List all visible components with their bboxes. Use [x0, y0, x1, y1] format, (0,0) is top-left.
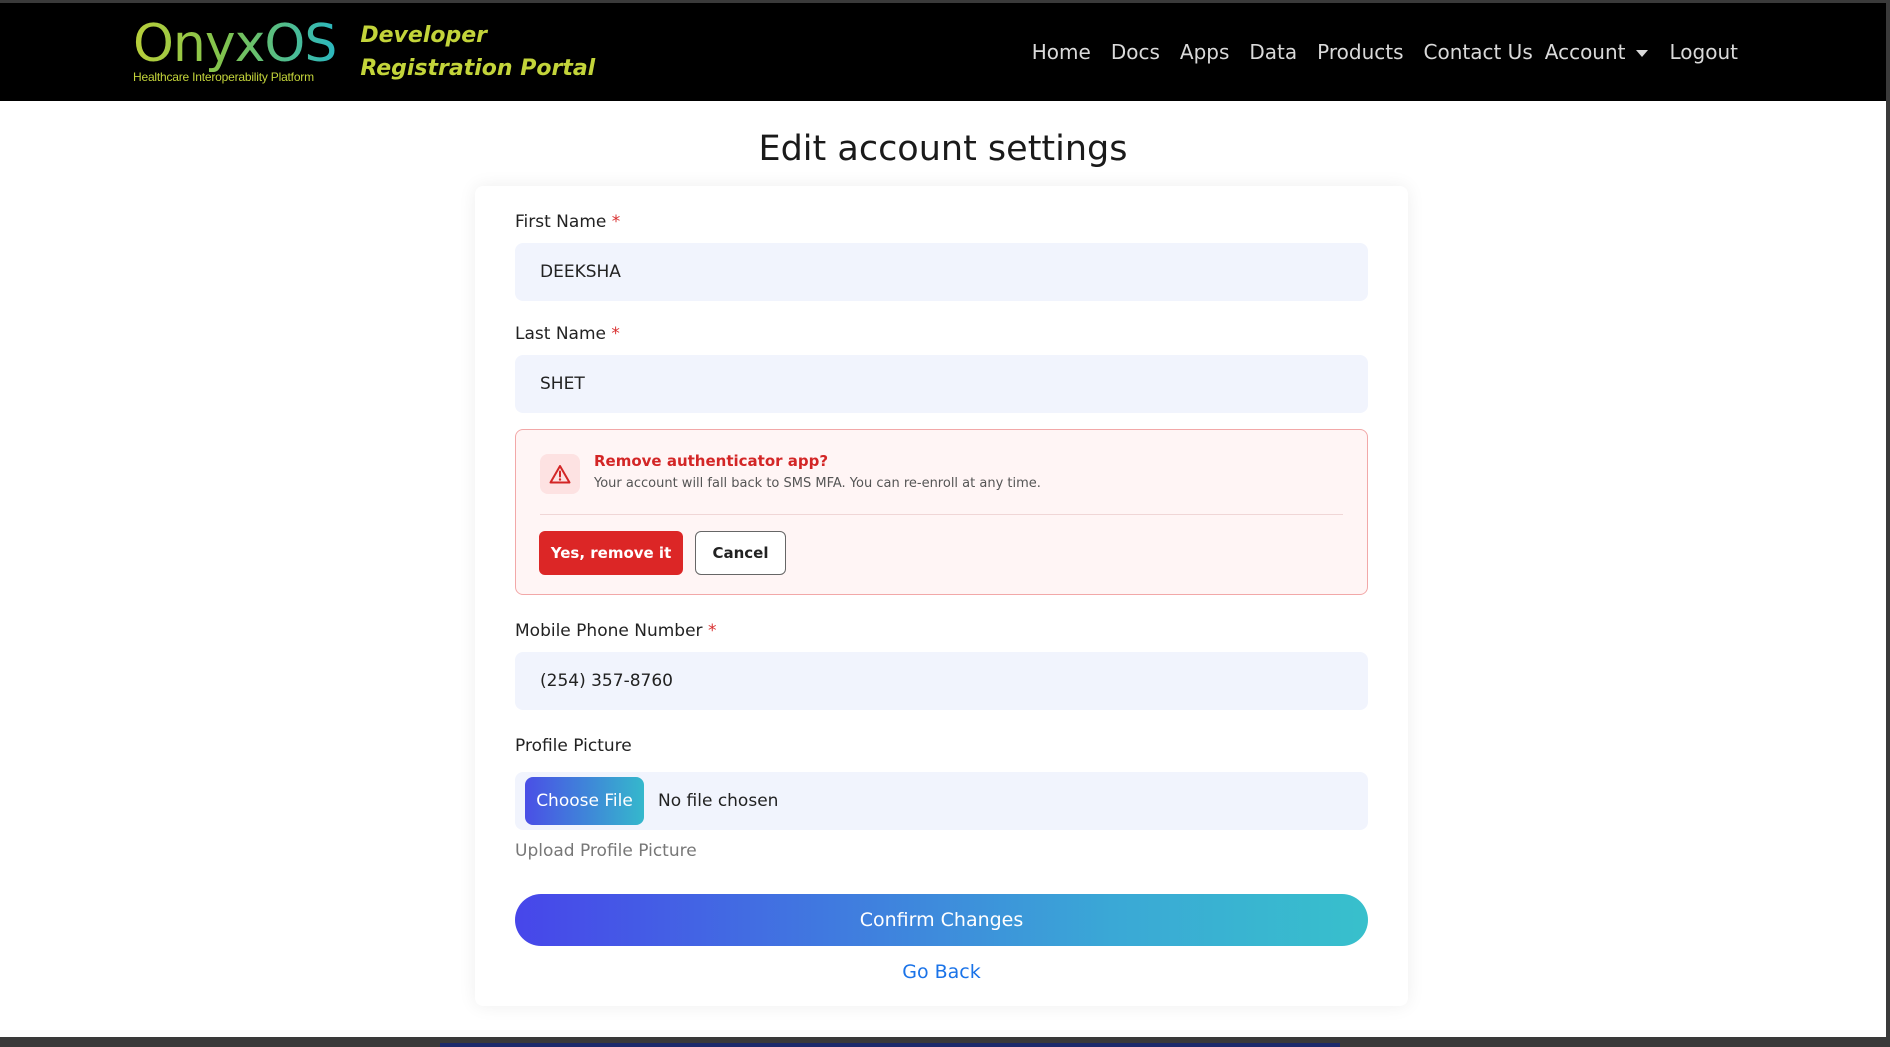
- confirm-changes-button[interactable]: Confirm Changes: [515, 894, 1368, 946]
- file-status: No file chosen: [658, 791, 779, 811]
- nav-products[interactable]: Products: [1317, 40, 1403, 64]
- brand-name: OnyxOS: [133, 14, 337, 74]
- yes-remove-button[interactable]: Yes, remove it: [539, 531, 683, 575]
- last-name-label-text: Last Name: [515, 324, 606, 344]
- alert-message: Your account will fall back to SMS MFA. …: [594, 476, 1041, 491]
- profile-picture-help: Upload Profile Picture: [515, 841, 697, 861]
- phone-input[interactable]: [515, 652, 1368, 710]
- required-marker: *: [707, 621, 717, 641]
- nav-data[interactable]: Data: [1249, 40, 1297, 64]
- nav-home[interactable]: Home: [1032, 40, 1091, 64]
- page-title: Edit account settings: [758, 129, 1128, 169]
- go-back-link[interactable]: Go Back: [475, 961, 1408, 983]
- choose-file-button[interactable]: Choose File: [525, 777, 644, 825]
- profile-picture-file-input: Choose File No file chosen: [515, 772, 1368, 830]
- top-navbar: OnyxOS Healthcare Interoperability Platf…: [0, 3, 1886, 101]
- nav-apps[interactable]: Apps: [1180, 40, 1230, 64]
- account-settings-card: First Name * Last Name * Remove authenti…: [475, 186, 1408, 1006]
- browser-viewport: OnyxOS Healthcare Interoperability Platf…: [0, 0, 1888, 1037]
- nav-account-dropdown[interactable]: Account: [1545, 40, 1648, 64]
- nav-contact-us[interactable]: Contact Us: [1424, 40, 1533, 64]
- last-name-label: Last Name *: [515, 324, 620, 344]
- brand-tagline: Healthcare Interoperability Platform: [133, 70, 314, 84]
- last-name-input[interactable]: [515, 355, 1368, 413]
- portal-title: Developer Registration Portal: [360, 23, 596, 81]
- required-marker: *: [611, 212, 621, 232]
- brand-logo[interactable]: OnyxOS Healthcare Interoperability Platf…: [133, 14, 337, 84]
- phone-label: Mobile Phone Number *: [515, 621, 716, 641]
- caret-down-icon: [1635, 50, 1648, 57]
- required-marker: *: [611, 324, 620, 344]
- first-name-label-text: First Name: [515, 212, 607, 232]
- nav-logout[interactable]: Logout: [1670, 40, 1738, 64]
- alert-divider: [540, 514, 1343, 515]
- remove-authenticator-alert: Remove authenticator app? Your account w…: [515, 429, 1368, 595]
- first-name-label: First Name *: [515, 212, 620, 232]
- first-name-input[interactable]: [515, 243, 1368, 301]
- profile-picture-label: Profile Picture: [515, 736, 632, 756]
- taskbar-accent: [440, 1043, 1340, 1047]
- nav-docs[interactable]: Docs: [1111, 40, 1160, 64]
- alert-title: Remove authenticator app?: [594, 452, 829, 470]
- nav-account-label: Account: [1544, 40, 1626, 64]
- cancel-button[interactable]: Cancel: [695, 531, 786, 575]
- nav-links: Home Docs Apps Data Products Contact Us …: [1012, 3, 1738, 101]
- phone-label-text: Mobile Phone Number: [515, 621, 703, 641]
- warning-triangle-icon: [540, 454, 580, 494]
